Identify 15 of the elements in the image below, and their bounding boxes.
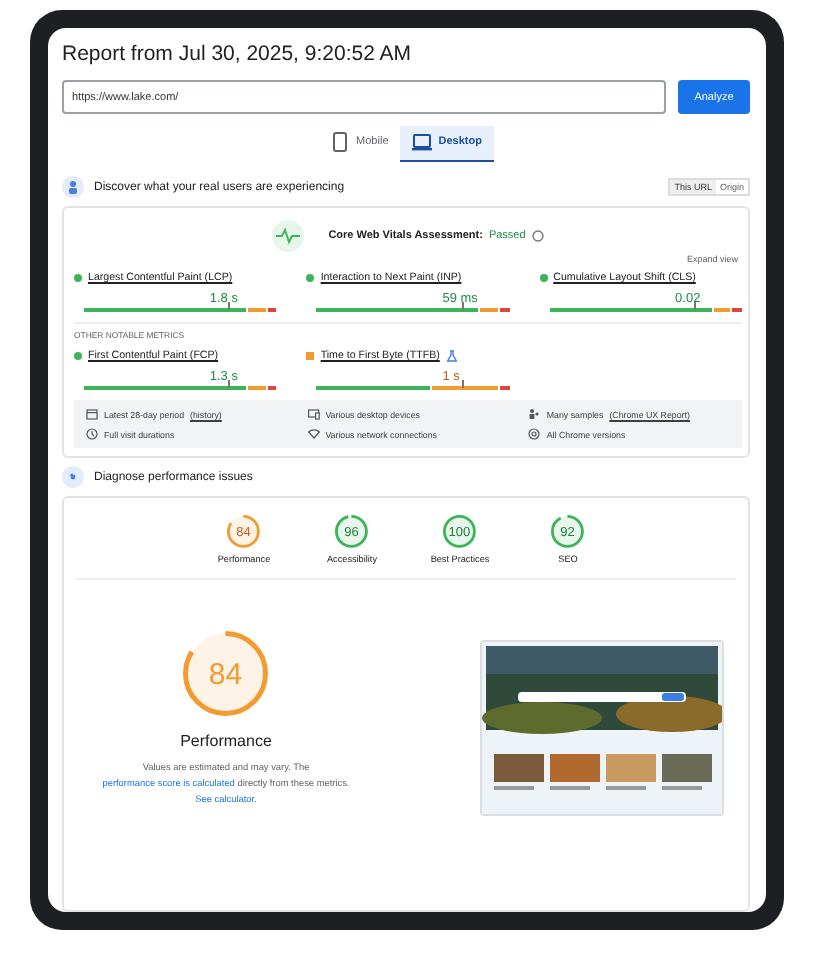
pulse-icon — [272, 220, 305, 252]
people-icon — [528, 408, 541, 420]
score-value: 84 — [209, 658, 243, 693]
laptop-icon — [412, 132, 433, 152]
calendar-icon — [86, 408, 98, 420]
chrome-icon — [528, 428, 541, 440]
report-title: Report from Jul 30, 2025, 9:20:52 AM — [62, 42, 414, 66]
phone-icon — [330, 132, 351, 152]
gauge-icon — [62, 466, 84, 488]
wifi-icon — [307, 428, 320, 440]
clock-icon — [86, 428, 98, 440]
people-icon — [62, 176, 84, 198]
help-icon — [531, 230, 544, 242]
devices-icon — [307, 408, 320, 420]
score-label: Performance — [180, 731, 272, 750]
